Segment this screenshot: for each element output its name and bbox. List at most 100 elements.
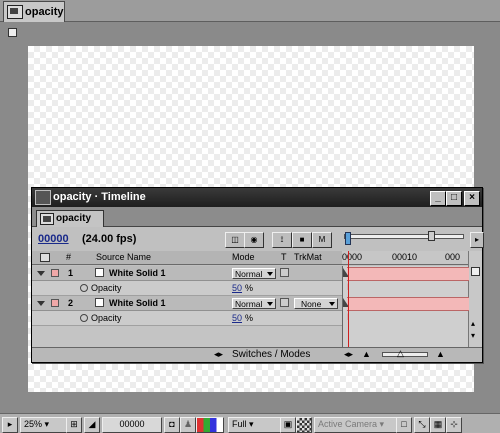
timeline-title-bar[interactable]: opacity · Timeline _ □ × [32, 188, 482, 207]
property-name: Opacity [91, 313, 122, 323]
flowchart-icon[interactable]: ⊹ [446, 417, 462, 433]
scroll-down-icon[interactable]: ▾ [471, 331, 475, 340]
layer-row[interactable]: 2 White Solid 1 Normal None [32, 296, 342, 311]
timeline-tab-opacity[interactable]: opacity [36, 210, 104, 239]
mode-dropdown[interactable]: Normal [232, 298, 276, 309]
timeline-header: 00000 (24.00 fps) ◫ ◉ ⟟ ■ M ▸ [32, 228, 484, 250]
layer-number: 2 [68, 298, 74, 308]
zoom-in-icon[interactable]: ▲ [436, 349, 445, 359]
timeline-window: opacity · Timeline _ □ × opacity 00000 (… [31, 187, 484, 363]
magnification-dropdown[interactable]: 25% ▾ [20, 417, 67, 433]
work-area-start-handle[interactable] [345, 232, 351, 245]
zoom-slider-thumb[interactable] [428, 231, 435, 241]
close-button[interactable]: × [464, 191, 480, 206]
layer-duration-bar[interactable] [347, 297, 469, 311]
stopwatch-icon[interactable] [80, 284, 88, 292]
expand-collapse-icon[interactable]: ◂▸ [214, 349, 223, 360]
work-area-slider[interactable] [344, 230, 466, 246]
timeline-tab-strip: opacity [32, 207, 482, 239]
label-color-swatch[interactable] [51, 299, 59, 307]
vertical-scrollbar[interactable]: ▴ ▾ [468, 251, 482, 347]
frame-blend-icon[interactable]: ⟟ [272, 232, 292, 248]
solid-icon [95, 268, 104, 277]
graph-icon[interactable]: M [312, 232, 332, 248]
solid-icon [95, 298, 104, 307]
comp-marker-icon[interactable]: ◫ [225, 232, 245, 248]
scroll-up-icon[interactable]: ▴ [471, 319, 475, 328]
expand-collapse-icon[interactable]: ◂▸ [344, 349, 353, 360]
pixel-aspect-icon[interactable]: ⤡ [414, 417, 430, 433]
ruler-label-start: 0000 [342, 252, 363, 262]
zoom-slider-thumb[interactable]: △ [397, 348, 404, 359]
zoom-out-icon[interactable]: ▲ [362, 349, 371, 359]
layer-name[interactable]: White Solid 1 [109, 266, 166, 280]
tab-menu-icon[interactable] [8, 28, 17, 37]
property-row: Opacity 50 % [32, 281, 342, 296]
layer-duration-bar[interactable] [347, 267, 469, 281]
zoom-value: 25% [24, 419, 43, 429]
opacity-value[interactable]: 50 [232, 281, 242, 295]
property-row: Opacity 50 % [32, 311, 342, 326]
property-name: Opacity [91, 283, 122, 293]
label-color-swatch[interactable] [51, 269, 59, 277]
dropdown-arrow-icon [267, 272, 273, 276]
twirl-down-icon[interactable] [37, 271, 45, 276]
current-time-indicator[interactable] [348, 251, 349, 347]
ram-preview-icon[interactable]: ▸ [2, 417, 18, 433]
column-t: T [281, 252, 287, 262]
ruler-label-end: 000 [445, 252, 461, 262]
label-column-icon [40, 253, 50, 262]
column-source-name[interactable]: Source Name [96, 251, 151, 264]
safe-zones-icon[interactable]: ⊞ [66, 417, 82, 433]
preserve-transparency-checkbox[interactable] [280, 268, 289, 277]
layer-name[interactable]: White Solid 1 [109, 296, 166, 310]
layer-row[interactable]: 1 White Solid 1 Normal [32, 266, 342, 281]
scroll-right-icon[interactable]: ▸ [470, 232, 484, 248]
fast-previews-icon[interactable]: ▦ [430, 417, 446, 433]
current-time-field[interactable]: 00000 [102, 417, 162, 433]
show-snapshot-icon[interactable]: ♟ [180, 417, 196, 433]
empty-layer-area [32, 326, 342, 347]
transparency-grid-icon[interactable] [296, 417, 312, 433]
preserve-transparency-checkbox[interactable] [280, 298, 289, 307]
mask-view-icon[interactable]: ◢ [84, 417, 100, 433]
dropdown-arrow-icon [267, 302, 273, 306]
dropdown-arrow-icon [329, 302, 335, 306]
frame-rate: (24.00 fps) [82, 233, 137, 245]
stopwatch-icon[interactable] [80, 314, 88, 322]
timeline-window-icon [35, 190, 51, 205]
resolution-value: Full [232, 419, 247, 429]
mode-value: Normal [235, 269, 263, 279]
trkmat-dropdown[interactable]: None [294, 298, 338, 309]
comp-bottom-bar: ▸ 25% ▾ ⊞ ◢ 00000 ◘ ♟ Full ▾ ▣ Active Ca… [0, 413, 500, 433]
resolution-dropdown[interactable]: Full ▾ [228, 417, 281, 433]
region-of-interest-icon[interactable]: ▣ [280, 417, 296, 433]
layer-number: 1 [68, 268, 74, 278]
zoom-slider[interactable] [382, 352, 428, 357]
column-trkmat: TrkMat [294, 252, 322, 262]
time-ruler[interactable]: 0000 00010 000 [342, 251, 468, 265]
snapshot-icon[interactable]: ◘ [164, 417, 180, 433]
camera-value: Active Camera [318, 419, 378, 429]
timeline-title: opacity · Timeline [53, 191, 146, 203]
camera-dropdown[interactable]: Active Camera ▾ [314, 417, 397, 433]
layer-icon [471, 267, 480, 276]
mode-dropdown[interactable]: Normal [232, 268, 276, 279]
motion-blur-icon[interactable]: ■ [292, 232, 312, 248]
comp-tab-opacity[interactable]: opacity [3, 1, 65, 37]
composition-icon [7, 5, 23, 19]
column-number: # [66, 252, 72, 262]
switches-modes-toggle[interactable]: Switches / Modes [232, 349, 310, 360]
twirl-down-icon[interactable] [37, 301, 45, 306]
comp-tab-label: opacity [25, 6, 64, 18]
channel-selector[interactable] [196, 417, 224, 433]
comp-tab-bar: opacity [0, 0, 500, 37]
view-options-icon[interactable]: □ [396, 417, 412, 433]
current-time-display[interactable]: 00000 [38, 233, 69, 245]
maximize-button[interactable]: □ [446, 191, 462, 206]
shy-icon[interactable]: ◉ [244, 232, 264, 248]
time-graph[interactable]: I I [342, 251, 469, 347]
layer-column-header: # Source Name Mode T TrkMat [32, 251, 342, 265]
opacity-value[interactable]: 50 [232, 311, 242, 325]
minimize-button[interactable]: _ [430, 191, 446, 206]
